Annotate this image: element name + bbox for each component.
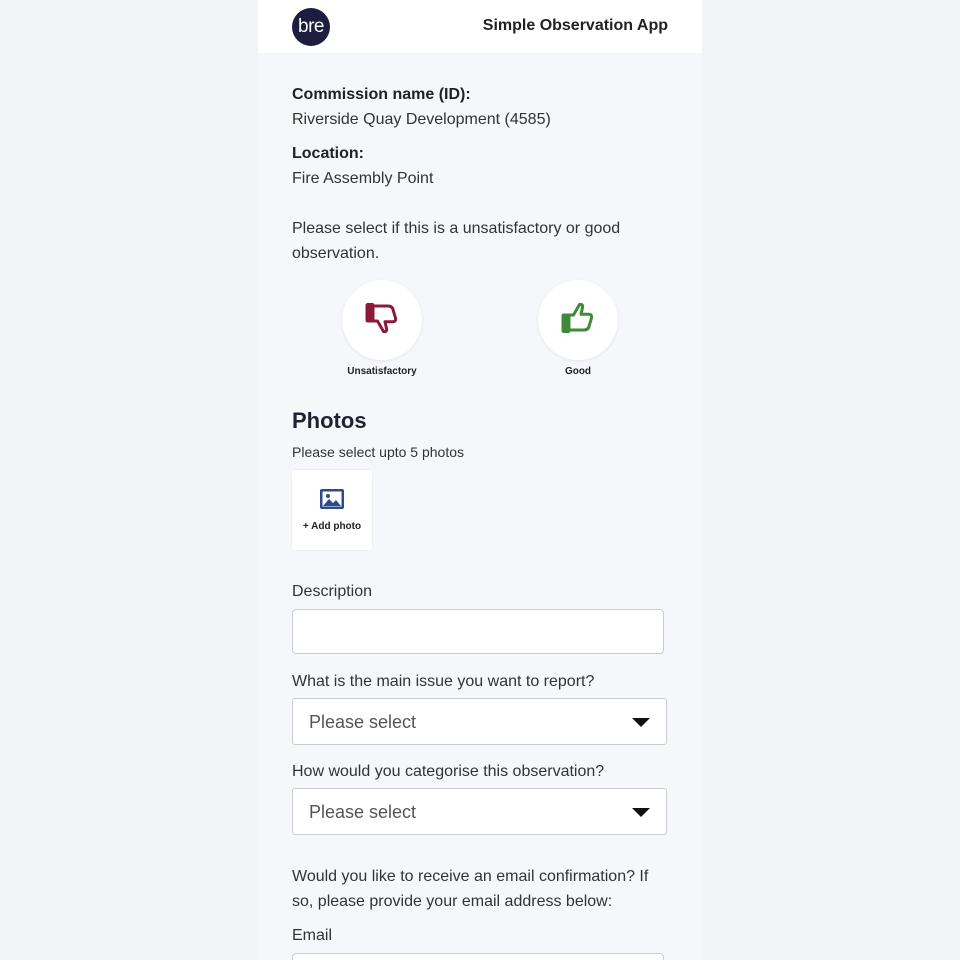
top-bar: bre Simple Observation App xyxy=(258,0,702,53)
add-photo-button[interactable]: + Add photo xyxy=(292,470,372,550)
image-icon xyxy=(319,488,345,515)
photos-subtext: Please select upto 5 photos xyxy=(292,444,465,460)
unsatisfactory-button[interactable] xyxy=(342,280,422,360)
description-input[interactable] xyxy=(292,609,664,654)
app-title: Simple Observation App xyxy=(482,17,668,34)
location-label: Location: xyxy=(292,145,364,162)
bre-logo: bre xyxy=(292,8,330,46)
observation-prompt: Please select if this is a unsatisfactor… xyxy=(292,220,621,262)
email-confirm-prompt: Would you like to receive an email confi… xyxy=(292,868,649,910)
unsatisfactory-label: Unsatisfactory xyxy=(347,366,417,377)
category-label: How would you categorise this observatio… xyxy=(292,763,605,780)
location-value: Fire Assembly Point xyxy=(292,170,434,187)
main-issue-select[interactable]: Please select xyxy=(292,698,667,745)
commission-value: Riverside Quay Development (4585) xyxy=(292,111,551,128)
main-issue-label: What is the main issue you want to repor… xyxy=(292,673,595,690)
email-label: Email xyxy=(292,927,333,944)
dropdown-arrow-icon xyxy=(632,808,650,817)
thumbs-down-icon xyxy=(364,300,400,341)
main-issue-selected: Please select xyxy=(309,712,417,732)
dropdown-arrow-icon xyxy=(632,718,650,727)
add-photo-label: + Add photo xyxy=(302,521,362,532)
good-label: Good xyxy=(564,366,592,377)
good-button[interactable] xyxy=(538,280,618,360)
commission-label: Commission name (ID): xyxy=(292,86,471,103)
category-select[interactable]: Please select xyxy=(292,788,667,835)
photos-heading: Photos xyxy=(292,408,367,433)
thumbs-up-icon xyxy=(560,300,596,341)
description-label: Description xyxy=(292,583,373,600)
app-screen: bre Simple Observation App Commission na… xyxy=(258,0,702,960)
category-selected: Please select xyxy=(309,802,417,822)
email-input[interactable] xyxy=(292,953,664,960)
